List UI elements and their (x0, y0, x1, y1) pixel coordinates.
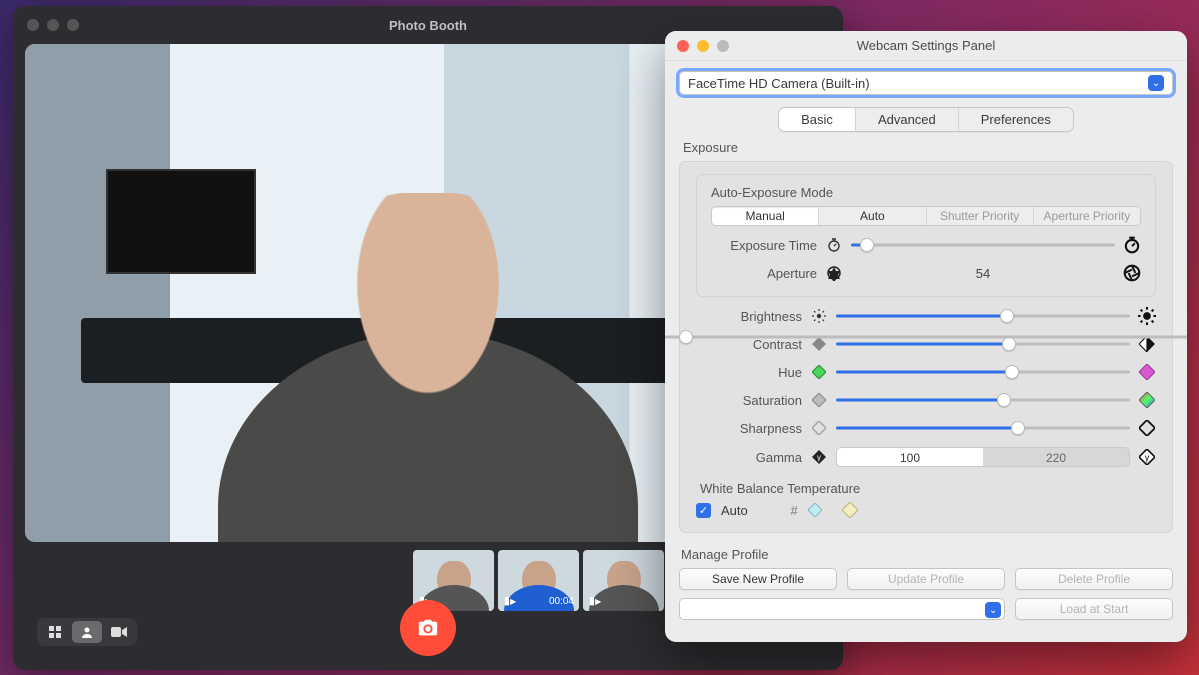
zoom-icon[interactable] (67, 19, 79, 31)
hue-max-icon (1138, 363, 1156, 381)
saturation-slider[interactable] (836, 391, 1130, 409)
photo-booth-mode-segmented (37, 618, 137, 646)
sharpness-min-icon (810, 419, 828, 437)
photo-booth-thumbnails: ▮▶ ▮▶ 00:04 ▮▶ (413, 550, 664, 611)
tab-basic[interactable]: Basic (779, 108, 855, 131)
exposure-time-row: Exposure Time (711, 236, 1141, 254)
delete-profile-button[interactable]: Delete Profile (1015, 568, 1173, 590)
contrast-label: Contrast (696, 337, 802, 352)
webcam-settings-title: Webcam Settings Panel (665, 38, 1187, 53)
brightness-row: Brightness (696, 307, 1156, 325)
zoom-icon[interactable] (717, 40, 729, 52)
gamma-value-a: 100 (837, 448, 983, 466)
white-balance-title: White Balance Temperature (700, 481, 1156, 496)
brightness-slider[interactable] (836, 307, 1130, 325)
gamma-label: Gamma (696, 450, 802, 465)
sharpness-max-icon (1138, 419, 1156, 437)
profile-buttons-row-2: ⌄ Load at Start (679, 598, 1173, 620)
stopwatch-min-icon (825, 236, 843, 254)
mode-aperture-priority[interactable]: Aperture Priority (1033, 207, 1140, 225)
mode-single-button[interactable] (72, 621, 102, 643)
camcorder-icon: ▮▶ (504, 594, 516, 607)
grid-icon (48, 625, 62, 639)
aperture-row: Aperture 54 (711, 264, 1141, 282)
exposure-time-slider[interactable] (851, 236, 1115, 254)
profile-buttons-row-1: Save New Profile Update Profile Delete P… (679, 568, 1173, 590)
update-profile-button[interactable]: Update Profile (847, 568, 1005, 590)
tab-advanced[interactable]: Advanced (855, 108, 958, 131)
auto-exposure-subgroup: Auto-Exposure Mode Manual Auto Shutter P… (696, 174, 1156, 297)
gamma-min-icon: γ (810, 448, 828, 466)
close-icon[interactable] (27, 19, 39, 31)
mode-video-button[interactable] (104, 621, 134, 643)
chevron-updown-icon: ⌄ (985, 602, 1001, 618)
aperture-min-icon (825, 264, 843, 282)
tab-preferences[interactable]: Preferences (958, 108, 1073, 131)
minimize-icon[interactable] (697, 40, 709, 52)
hue-label: Hue (696, 365, 802, 380)
load-at-start-button[interactable]: Load at Start (1015, 598, 1173, 620)
photo-booth-traffic-lights (27, 19, 79, 31)
camera-icon (417, 617, 439, 639)
auto-exposure-mode-label: Auto-Exposure Mode (711, 185, 1141, 200)
svg-text:γ: γ (1145, 452, 1150, 462)
profile-select[interactable]: ⌄ (679, 598, 1005, 620)
brightness-min-icon (810, 307, 828, 325)
svg-text:γ: γ (817, 453, 821, 462)
manage-profile-title: Manage Profile (681, 547, 1173, 562)
hue-min-icon (810, 363, 828, 381)
save-new-profile-button[interactable]: Save New Profile (679, 568, 837, 590)
hue-row: Hue (696, 363, 1156, 381)
minimize-icon[interactable] (47, 19, 59, 31)
gamma-row: Gamma γ 100 220 γ (696, 447, 1156, 467)
camcorder-icon: ▮▶ (589, 594, 601, 607)
saturation-row: Saturation (696, 391, 1156, 409)
auto-exposure-mode-segmented: Manual Auto Shutter Priority Aperture Pr… (711, 206, 1141, 226)
video-monitor-prop (106, 169, 256, 274)
chevron-updown-icon: ⌄ (1148, 75, 1164, 91)
mode-manual[interactable]: Manual (712, 207, 818, 225)
sharpness-row: Sharpness (696, 419, 1156, 437)
saturation-max-icon (1138, 391, 1156, 409)
aperture-value: 54 (851, 266, 1115, 281)
exposure-group-label: Exposure (683, 140, 1173, 155)
thumbnail-2[interactable]: ▮▶ 00:04 (498, 550, 579, 611)
white-balance-auto-checkbox[interactable]: ✓ (696, 503, 711, 518)
shutter-button[interactable] (400, 600, 456, 656)
thumbnail-timer: 00:04 (549, 596, 574, 607)
brightness-label: Brightness (696, 309, 802, 324)
white-balance-row: ✓ Auto # (696, 502, 1156, 518)
gamma-max-icon: γ (1138, 448, 1156, 466)
mode-grid-button[interactable] (40, 621, 70, 643)
wb-warm-icon (842, 502, 858, 518)
hue-slider[interactable] (836, 363, 1130, 381)
video-icon (111, 626, 127, 638)
webcam-settings-window: Webcam Settings Panel FaceTime HD Camera… (665, 31, 1187, 642)
mode-shutter-priority[interactable]: Shutter Priority (926, 207, 1033, 225)
exposure-group: Auto-Exposure Mode Manual Auto Shutter P… (679, 161, 1173, 533)
brightness-max-icon (1138, 307, 1156, 325)
webcam-settings-titlebar: Webcam Settings Panel (665, 31, 1187, 61)
gamma-stepper[interactable]: 100 220 (836, 447, 1130, 467)
webcam-settings-traffic-lights (677, 40, 729, 52)
stopwatch-max-icon (1123, 236, 1141, 254)
camera-select-value: FaceTime HD Camera (Built-in) (688, 76, 870, 91)
saturation-label: Saturation (696, 393, 802, 408)
mode-auto[interactable]: Auto (818, 207, 925, 225)
portrait-icon (80, 625, 94, 639)
sharpness-slider[interactable] (836, 419, 1130, 437)
wb-cool-icon (808, 503, 822, 517)
thumbnail-3[interactable]: ▮▶ (583, 550, 664, 611)
white-balance-hash: # (758, 503, 798, 518)
aperture-max-icon (1123, 264, 1141, 282)
aperture-label: Aperture (711, 266, 817, 281)
white-balance-auto-label: Auto (721, 503, 748, 518)
camera-select[interactable]: FaceTime HD Camera (Built-in) ⌄ (679, 71, 1173, 95)
gamma-value-b: 220 (983, 448, 1129, 466)
tab-bar: Basic Advanced Preferences (679, 107, 1173, 132)
exposure-time-label: Exposure Time (711, 238, 817, 253)
close-icon[interactable] (677, 40, 689, 52)
saturation-min-icon (810, 391, 828, 409)
sharpness-label: Sharpness (696, 421, 802, 436)
